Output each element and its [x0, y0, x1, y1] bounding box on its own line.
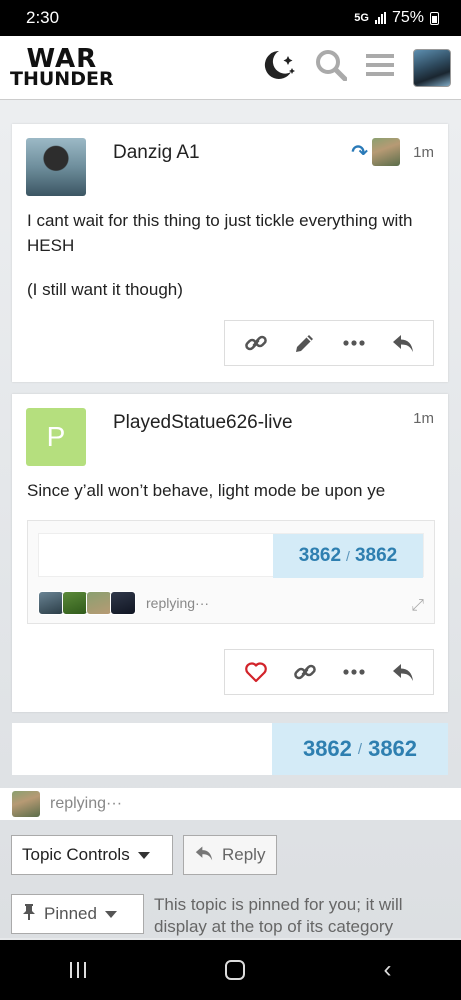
- link-icon[interactable]: [242, 329, 270, 357]
- post-avatar[interactable]: P: [26, 408, 86, 466]
- progress-separator: /: [357, 740, 363, 758]
- post: P PlayedStatue626-live 1m Since y’all wo…: [12, 394, 448, 712]
- progress-total: 3862: [368, 736, 418, 761]
- progress-separator: /: [346, 548, 350, 564]
- post: Danzig A1 ↷ 1m I cant wait for this thin…: [12, 124, 448, 382]
- signal-icon: [374, 12, 386, 24]
- pinned-dropdown[interactable]: Pinned: [11, 894, 144, 934]
- post-username[interactable]: Danzig A1: [113, 142, 200, 164]
- post-actions: [224, 320, 434, 366]
- chevron-down-icon: [104, 910, 117, 918]
- embedded-progress-bar[interactable]: 3862 / 3862: [38, 533, 424, 578]
- replying-avatar: [38, 591, 64, 615]
- thumbtack-icon: [22, 903, 36, 926]
- post-time[interactable]: 1m: [413, 410, 434, 427]
- reply-button[interactable]: Reply: [183, 835, 277, 875]
- topic-progress-counter[interactable]: 3862 / 3862: [272, 723, 448, 775]
- battery-icon: [430, 11, 439, 25]
- post-paragraph: (I still want it though): [27, 280, 183, 299]
- reply-icon: [194, 844, 214, 867]
- embedded-replying-row: replying···: [38, 591, 209, 615]
- back-icon[interactable]: ‹: [384, 956, 392, 984]
- topic-controls-label: Topic Controls: [22, 845, 130, 864]
- topic-controls-button[interactable]: Topic Controls: [11, 835, 173, 875]
- user-avatar[interactable]: [413, 48, 451, 87]
- replying-indicator: replying···: [0, 788, 461, 820]
- pinned-label: Pinned: [44, 904, 97, 923]
- reply-to-indicator[interactable]: ↷: [351, 138, 400, 166]
- post-actions: [224, 649, 434, 695]
- system-nav-bar: ‹: [0, 940, 461, 1000]
- post-time[interactable]: 1m: [413, 144, 434, 161]
- embedded-topic-preview: 3862 / 3862 replying··· ⤢: [27, 520, 435, 624]
- edit-icon[interactable]: [291, 329, 319, 357]
- pinned-note: This topic is pinned for you; it will di…: [154, 895, 403, 936]
- share-arrow-icon: ↷: [351, 141, 368, 164]
- home-icon[interactable]: [224, 960, 245, 980]
- link-icon[interactable]: [291, 658, 319, 686]
- reply-label: Reply: [222, 845, 266, 864]
- topic-progress-bar[interactable]: 3862 / 3862: [12, 723, 448, 775]
- header-icons: [261, 48, 451, 87]
- replying-user-avatar: [12, 791, 40, 817]
- war-thunder-logo[interactable]: WAR THUNDER: [10, 46, 114, 89]
- battery-percent: 75%: [391, 9, 424, 26]
- embedded-progress-counter[interactable]: 3862 / 3862: [273, 534, 423, 578]
- network-type: 5G: [354, 12, 369, 24]
- replying-avatars: [38, 591, 136, 615]
- site-header: WAR THUNDER: [0, 36, 461, 100]
- hamburger-menu-icon[interactable]: [365, 52, 395, 83]
- theme-toggle-icon[interactable]: [261, 48, 297, 87]
- logo-line2: THUNDER: [10, 68, 114, 90]
- replying-text: replying···: [146, 595, 210, 611]
- status-time: 2:30: [26, 8, 60, 27]
- search-icon[interactable]: [315, 49, 348, 86]
- post-avatar[interactable]: [26, 138, 86, 196]
- more-icon[interactable]: [340, 658, 368, 686]
- post-username[interactable]: PlayedStatue626-live: [113, 412, 293, 434]
- status-right: 5G 75%: [354, 9, 439, 27]
- more-icon[interactable]: [340, 329, 368, 357]
- replying-text: replying···: [50, 795, 123, 812]
- reply-icon[interactable]: [389, 658, 417, 686]
- expand-icon[interactable]: ⤢: [411, 597, 424, 615]
- chevron-down-icon: [137, 851, 150, 859]
- reply-icon[interactable]: [389, 329, 417, 357]
- progress-total: 3862: [354, 545, 398, 566]
- replying-avatar: [110, 591, 136, 615]
- status-bar: 2:30 5G 75%: [0, 0, 461, 36]
- reply-to-avatar: [372, 138, 400, 166]
- progress-current: 3862: [298, 545, 342, 566]
- post-paragraph: I cant wait for this thing to just tickl…: [27, 211, 413, 255]
- recents-icon[interactable]: [69, 962, 86, 978]
- replying-avatar: [62, 591, 88, 615]
- progress-current: 3862: [302, 736, 352, 761]
- replying-avatar: [86, 591, 112, 615]
- post-paragraph: Since y’all won’t behave, light mode be …: [27, 481, 386, 500]
- heart-icon[interactable]: [242, 658, 270, 686]
